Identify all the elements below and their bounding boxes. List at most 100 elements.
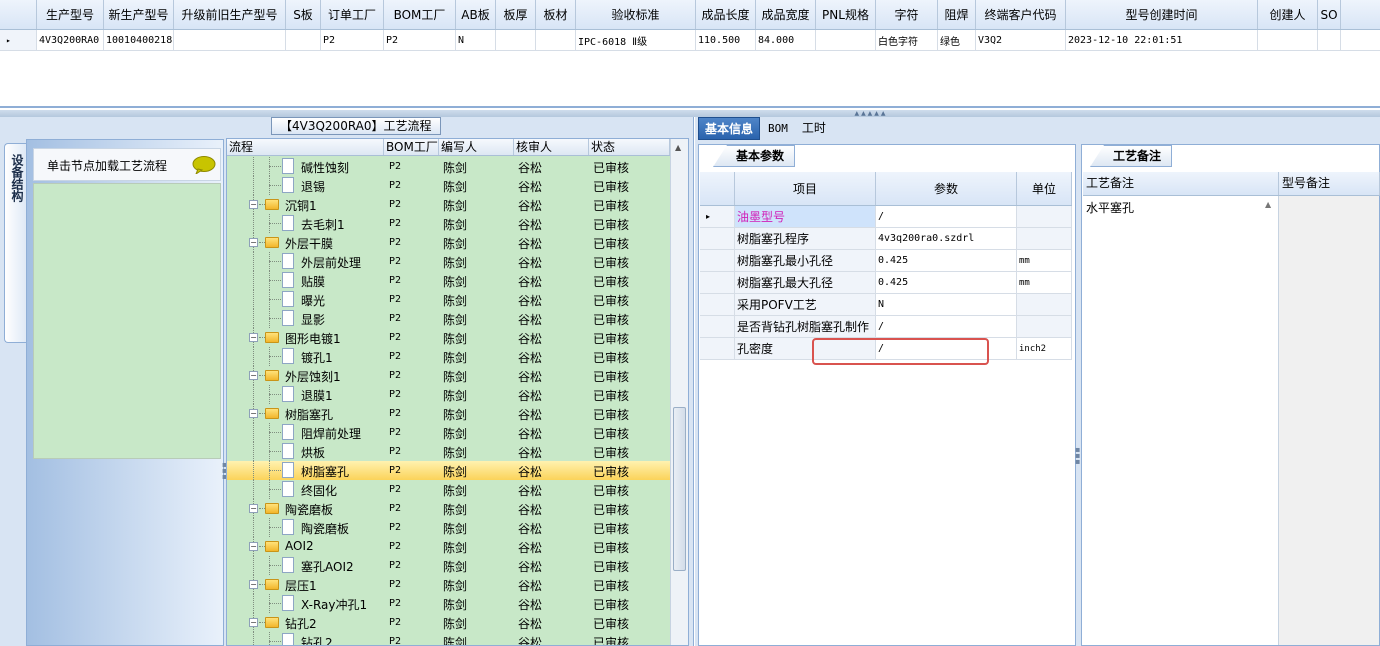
- collapse-icon[interactable]: −: [249, 409, 258, 418]
- tree-col-flow[interactable]: 流程: [227, 139, 384, 155]
- cell-s-board[interactable]: [286, 30, 321, 50]
- col-header-pnl-spec[interactable]: PNL规格: [816, 0, 876, 29]
- params-row[interactable]: 树脂塞孔最大孔径 0.425 mm: [700, 272, 1072, 294]
- params-row[interactable]: 是否背钻孔树脂塞孔制作 /: [700, 316, 1072, 338]
- cell-ab-board[interactable]: N: [456, 30, 496, 50]
- collapse-icon[interactable]: −: [249, 542, 258, 551]
- col-header-length[interactable]: 成品长度: [696, 0, 756, 29]
- params-col-param[interactable]: 参数: [876, 172, 1017, 205]
- param-value[interactable]: 4v3q200ra0.szdrl: [876, 228, 1017, 249]
- col-header-acceptance-standard[interactable]: 验收标准: [576, 0, 696, 29]
- tree-row[interactable]: − 钻孔2 P2 陈剑 谷松 已审核: [227, 613, 670, 632]
- param-value[interactable]: N: [876, 294, 1017, 315]
- cell-length[interactable]: 110.500: [696, 30, 756, 50]
- col-header-width[interactable]: 成品宽度: [756, 0, 816, 29]
- tree-row[interactable]: 镀孔1 P2 陈剑 谷松 已审核: [227, 347, 670, 366]
- tree-row[interactable]: 阻焊前处理 P2 陈剑 谷松 已审核: [227, 423, 670, 442]
- tree-row[interactable]: 终固化 P2 陈剑 谷松 已审核: [227, 480, 670, 499]
- param-value[interactable]: /: [876, 316, 1017, 337]
- splitter-grip-icon[interactable]: ▲▲▲▲▲: [838, 111, 904, 117]
- side-tab-equipment-structure[interactable]: 设备结构: [4, 143, 26, 343]
- cell-width[interactable]: 84.000: [756, 30, 816, 50]
- cell-new-model[interactable]: 10010400218285: [104, 30, 174, 50]
- params-row[interactable]: 树脂塞孔最小孔径 0.425 mm: [700, 250, 1072, 272]
- notes-col-model[interactable]: 型号备注: [1279, 172, 1380, 195]
- collapse-icon[interactable]: −: [249, 580, 258, 589]
- tab-process-notes[interactable]: 工艺备注: [1090, 145, 1173, 167]
- tree-row[interactable]: − AOI2 P2 陈剑 谷松 已审核: [227, 537, 670, 556]
- cell-so[interactable]: [1318, 30, 1341, 50]
- collapse-icon[interactable]: −: [249, 371, 258, 380]
- scroll-up-icon[interactable]: ▲: [1265, 200, 1271, 209]
- col-header-order-factory[interactable]: 订单工厂: [321, 0, 384, 29]
- tree-row[interactable]: 外层前处理 P2 陈剑 谷松 已审核: [227, 252, 670, 271]
- collapse-icon[interactable]: −: [249, 504, 258, 513]
- cell-creator[interactable]: [1258, 30, 1318, 50]
- tab-basic-params[interactable]: 基本参数: [713, 145, 796, 167]
- col-header-customer-code[interactable]: 终端客户代码: [976, 0, 1066, 29]
- col-header-so[interactable]: SO: [1318, 0, 1341, 29]
- tree-col-bom[interactable]: BOM工厂: [384, 139, 439, 155]
- tree-row[interactable]: − 图形电镀1 P2 陈剑 谷松 已审核: [227, 328, 670, 347]
- splitter-dots-icon[interactable]: ▪ ▪ ▪: [1075, 446, 1080, 466]
- tree-row[interactable]: 碱性蚀刻 P2 陈剑 谷松 已审核: [227, 157, 670, 176]
- cell-solder-mask[interactable]: 绿色: [938, 30, 976, 50]
- scroll-up-icon[interactable]: ▲: [675, 143, 681, 152]
- col-header-old-model[interactable]: 升级前旧生产型号: [174, 0, 286, 29]
- tree-row[interactable]: − 树脂塞孔 P2 陈剑 谷松 已审核: [227, 404, 670, 423]
- cell-customer-code[interactable]: V3Q2: [976, 30, 1066, 50]
- col-header-material[interactable]: 板材: [536, 0, 576, 29]
- model-grid-row[interactable]: ▸4V3Q200RA010010400218285P2P2NIPC-6018 Ⅱ…: [0, 30, 1380, 51]
- col-header-ab-board[interactable]: AB板: [456, 0, 496, 29]
- model-note-area[interactable]: [1278, 196, 1379, 645]
- tab-basic-info[interactable]: 基本信息: [698, 117, 761, 140]
- tree-row[interactable]: 塞孔AOI2 P2 陈剑 谷松 已审核: [227, 556, 670, 575]
- tree-row[interactable]: 烘板 P2 陈剑 谷松 已审核: [227, 442, 670, 461]
- cell-pnl-spec[interactable]: [816, 30, 876, 50]
- tree-row[interactable]: − 外层干膜 P2 陈剑 谷松 已审核: [227, 233, 670, 252]
- cell-silkscreen[interactable]: 白色字符: [876, 30, 938, 50]
- tree-row[interactable]: 树脂塞孔 P2 陈剑 谷松 已审核: [227, 461, 670, 480]
- horizontal-splitter[interactable]: ▲▲▲▲▲: [0, 110, 1380, 117]
- tree-row[interactable]: 钻孔2 P2 陈剑 谷松 已审核: [227, 632, 670, 645]
- tree-row[interactable]: − 外层蚀刻1 P2 陈剑 谷松 已审核: [227, 366, 670, 385]
- collapse-icon[interactable]: −: [249, 333, 258, 342]
- tree-scroll-thumb[interactable]: [673, 407, 686, 571]
- tree-row[interactable]: 贴膜 P2 陈剑 谷松 已审核: [227, 271, 670, 290]
- params-row[interactable]: 树脂塞孔程序 4v3q200ra0.szdrl: [700, 228, 1072, 250]
- col-header-model[interactable]: 生产型号: [37, 0, 104, 29]
- cell-created-time[interactable]: 2023-12-10 22:01:51: [1066, 30, 1258, 50]
- col-header-creator[interactable]: 创建人: [1258, 0, 1318, 29]
- cell-material[interactable]: [536, 30, 576, 50]
- cell-model[interactable]: 4V3Q200RA0: [37, 30, 104, 50]
- col-header-created-time[interactable]: 型号创建时间: [1066, 0, 1258, 29]
- param-value[interactable]: /: [876, 206, 1017, 227]
- col-header-solder-mask[interactable]: 阻焊: [938, 0, 976, 29]
- tree-col-writer[interactable]: 编写人: [439, 139, 514, 155]
- params-col-unit[interactable]: 单位: [1017, 172, 1072, 205]
- tree-col-reviewer[interactable]: 核审人: [514, 139, 589, 155]
- cell-acceptance-standard[interactable]: IPC-6018 Ⅱ级: [576, 30, 696, 50]
- collapse-icon[interactable]: −: [249, 200, 258, 209]
- params-row[interactable]: ▸ 油墨型号 /: [700, 206, 1072, 228]
- cell-old-model[interactable]: [174, 30, 286, 50]
- tree-row[interactable]: − 陶瓷磨板 P2 陈剑 谷松 已审核: [227, 499, 670, 518]
- col-header-s-board[interactable]: S板: [286, 0, 321, 29]
- cell-bom-factory[interactable]: P2: [384, 30, 456, 50]
- col-header-bom-factory[interactable]: BOM工厂: [384, 0, 456, 29]
- tree-row[interactable]: 曝光 P2 陈剑 谷松 已审核: [227, 290, 670, 309]
- hint-box[interactable]: 单击节点加载工艺流程: [33, 148, 221, 181]
- tree-row[interactable]: 退膜1 P2 陈剑 谷松 已审核: [227, 385, 670, 404]
- tree-row[interactable]: X-Ray冲孔1 P2 陈剑 谷松 已审核: [227, 594, 670, 613]
- collapse-icon[interactable]: −: [249, 238, 258, 247]
- tree-row[interactable]: 陶瓷磨板 P2 陈剑 谷松 已审核: [227, 518, 670, 537]
- notes-col-process[interactable]: 工艺备注: [1083, 172, 1279, 195]
- col-header-silkscreen[interactable]: 字符: [876, 0, 938, 29]
- tab-bom[interactable]: BOM: [762, 117, 794, 140]
- tree-row[interactable]: 显影 P2 陈剑 谷松 已审核: [227, 309, 670, 328]
- tree-row[interactable]: − 沉铜1 P2 陈剑 谷松 已审核: [227, 195, 670, 214]
- col-header-new-model[interactable]: 新生产型号: [104, 0, 174, 29]
- tree-row[interactable]: − 层压1 P2 陈剑 谷松 已审核: [227, 575, 670, 594]
- param-value[interactable]: 0.425: [876, 272, 1017, 293]
- tab-work-hours[interactable]: 工时: [796, 117, 832, 140]
